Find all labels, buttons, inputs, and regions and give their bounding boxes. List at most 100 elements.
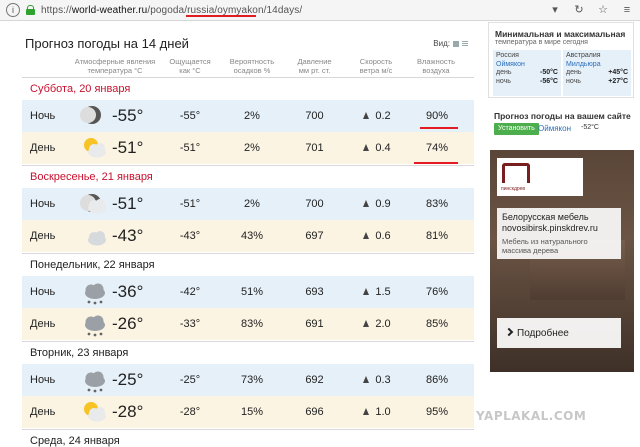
feels-like: -51°: [179, 198, 201, 210]
wind-speed: 2.0: [352, 318, 402, 330]
url-highlight-underline: [186, 15, 256, 17]
min-night-label: ночь: [496, 78, 511, 85]
max-country: Австралия: [566, 52, 601, 59]
wind-direction-icon: [363, 144, 370, 151]
temperature: -26°: [112, 314, 144, 333]
page-title: Прогноз погоды на 14 дней: [25, 36, 189, 51]
snow-cloud-icon: [80, 366, 108, 394]
install-button[interactable]: Установить: [494, 123, 539, 135]
extremes-title: Минимальная и максимальная: [495, 29, 626, 39]
pressure: 691: [305, 318, 324, 330]
pressure: 692: [305, 374, 324, 386]
forecast-row: День -28° -28° 15% 696 1.0 95%: [22, 396, 474, 428]
temperature: -36°: [112, 282, 144, 301]
min-country: Россия: [496, 52, 519, 59]
address-bar[interactable]: i https://world-weather.ru/pogoda/russia…: [0, 0, 640, 21]
wind-direction-icon: [363, 288, 370, 295]
view-switcher: Вид:: [433, 39, 468, 48]
day-heading: Воскресенье, 21 января: [30, 171, 153, 183]
feels-like: -42°: [179, 286, 201, 298]
widget-place-link[interactable]: Оймякон: [538, 124, 571, 133]
humidity: 85%: [425, 318, 449, 330]
wind-direction-icon: [363, 200, 370, 207]
wind-speed: 0.9: [352, 198, 402, 210]
ad-title[interactable]: Белорусская мебель novosibirsk.pinskdrev…: [502, 212, 616, 234]
chevron-right-icon: [504, 327, 514, 337]
dropdown-icon[interactable]: ▾: [548, 3, 562, 16]
col-header-text-feels: Ощущается как °С: [169, 57, 211, 75]
min-place-link[interactable]: Оймякон: [496, 61, 558, 68]
humidity: 74%: [425, 142, 449, 154]
day-heading: Среда, 24 января: [30, 435, 120, 447]
wind-value: 0.6: [375, 230, 391, 242]
humidity: 86%: [425, 374, 449, 386]
url-text[interactable]: https://world-weather.ru/pogoda/russia/o…: [41, 5, 302, 16]
ad-more-button[interactable]: Подробнее: [497, 318, 621, 348]
sun-cloud-icon: [80, 398, 108, 426]
period-label: Ночь: [30, 110, 56, 122]
pressure: 697: [305, 230, 324, 242]
wind-speed: 0.4: [352, 142, 402, 154]
watermark: YAPLAKAL.COM: [476, 409, 587, 423]
pressure: 700: [305, 110, 324, 122]
precip-probability: 73%: [240, 374, 264, 386]
snow-cloud-icon: [80, 310, 108, 338]
advertisement[interactable]: пинскдрев Белорусская мебель novosibirsk…: [490, 150, 634, 372]
bookmark-icon[interactable]: ☆: [596, 3, 610, 16]
day-separator: [22, 77, 474, 78]
wind-value: 1.5: [375, 286, 391, 298]
max-day-label: день: [566, 69, 582, 76]
period-label: День: [30, 230, 56, 242]
col-header-state: Атмосферные явления температура °С: [70, 57, 160, 75]
precip-probability: 2%: [244, 198, 260, 210]
temperature: -51°: [112, 194, 144, 213]
wind-speed: 0.2: [352, 110, 402, 122]
forecast-row: День -51° -51° 2% 701 0.4 74%: [22, 132, 474, 164]
pressure: 693: [305, 286, 324, 298]
extremes-subtitle: температура в мире сегодня: [495, 39, 588, 46]
day-separator: [22, 429, 474, 430]
widget-title: Прогноз погоды на вашем сайте: [494, 111, 631, 121]
max-day-value: +45°C: [608, 69, 628, 76]
forecast-row: Ночь -25° -25° 73% 692 0.3 86%: [22, 364, 474, 396]
precip-probability: 83%: [240, 318, 264, 330]
max-place-link[interactable]: Милдьюра: [566, 61, 628, 68]
feels-like: -25°: [179, 374, 201, 386]
precip-probability: 2%: [244, 142, 260, 154]
list-view-icon[interactable]: [462, 40, 468, 47]
cloud-icon: [80, 222, 108, 250]
forecast-row: Ночь -55° -55° 2% 700 0.2 90%: [22, 100, 474, 132]
world-extremes-box: Минимальная и максимальная температура в…: [488, 22, 634, 98]
humidity: 90%: [425, 110, 449, 122]
wind-value: 0.3: [375, 374, 391, 386]
col-header-wind: Скорость ветра м/с: [350, 57, 402, 75]
day-heading: Вторник, 23 января: [30, 347, 129, 359]
reader-icon[interactable]: ≡: [620, 4, 634, 16]
period-label: Ночь: [30, 374, 56, 386]
period-label: День: [30, 142, 56, 154]
col-header-text-humidity: Влажность воздуха: [417, 57, 455, 75]
wind-direction-icon: [363, 320, 370, 327]
max-night-value: +27°C: [608, 78, 628, 85]
sidebar: Минимальная и максимальная температура в…: [488, 22, 636, 447]
wind-direction-icon: [363, 232, 370, 239]
col-header-text-state: Атмосферные явления температура °С: [74, 57, 156, 75]
period-label: День: [30, 318, 56, 330]
feels-like: -55°: [179, 110, 201, 122]
wind-direction-icon: [363, 112, 370, 119]
wind-direction-icon: [363, 408, 370, 415]
precip-probability: 2%: [244, 110, 260, 122]
wind-value: 1.0: [375, 406, 391, 418]
extreme-min-cell: Россия Оймякон день -50°C ночь -56°C: [493, 50, 561, 96]
humidity: 81%: [425, 230, 449, 242]
wind-direction-icon: [363, 376, 370, 383]
period-label: День: [30, 406, 56, 418]
view-label: Вид:: [433, 39, 450, 48]
url-host: world-weather.ru: [71, 4, 148, 16]
temperature: -43°: [112, 226, 144, 245]
precip-probability: 51%: [240, 286, 264, 298]
info-icon[interactable]: i: [6, 3, 20, 17]
humidity-highlight-underline: [414, 162, 458, 164]
grid-view-icon[interactable]: [453, 40, 459, 47]
refresh-icon[interactable]: ↻: [572, 3, 586, 16]
